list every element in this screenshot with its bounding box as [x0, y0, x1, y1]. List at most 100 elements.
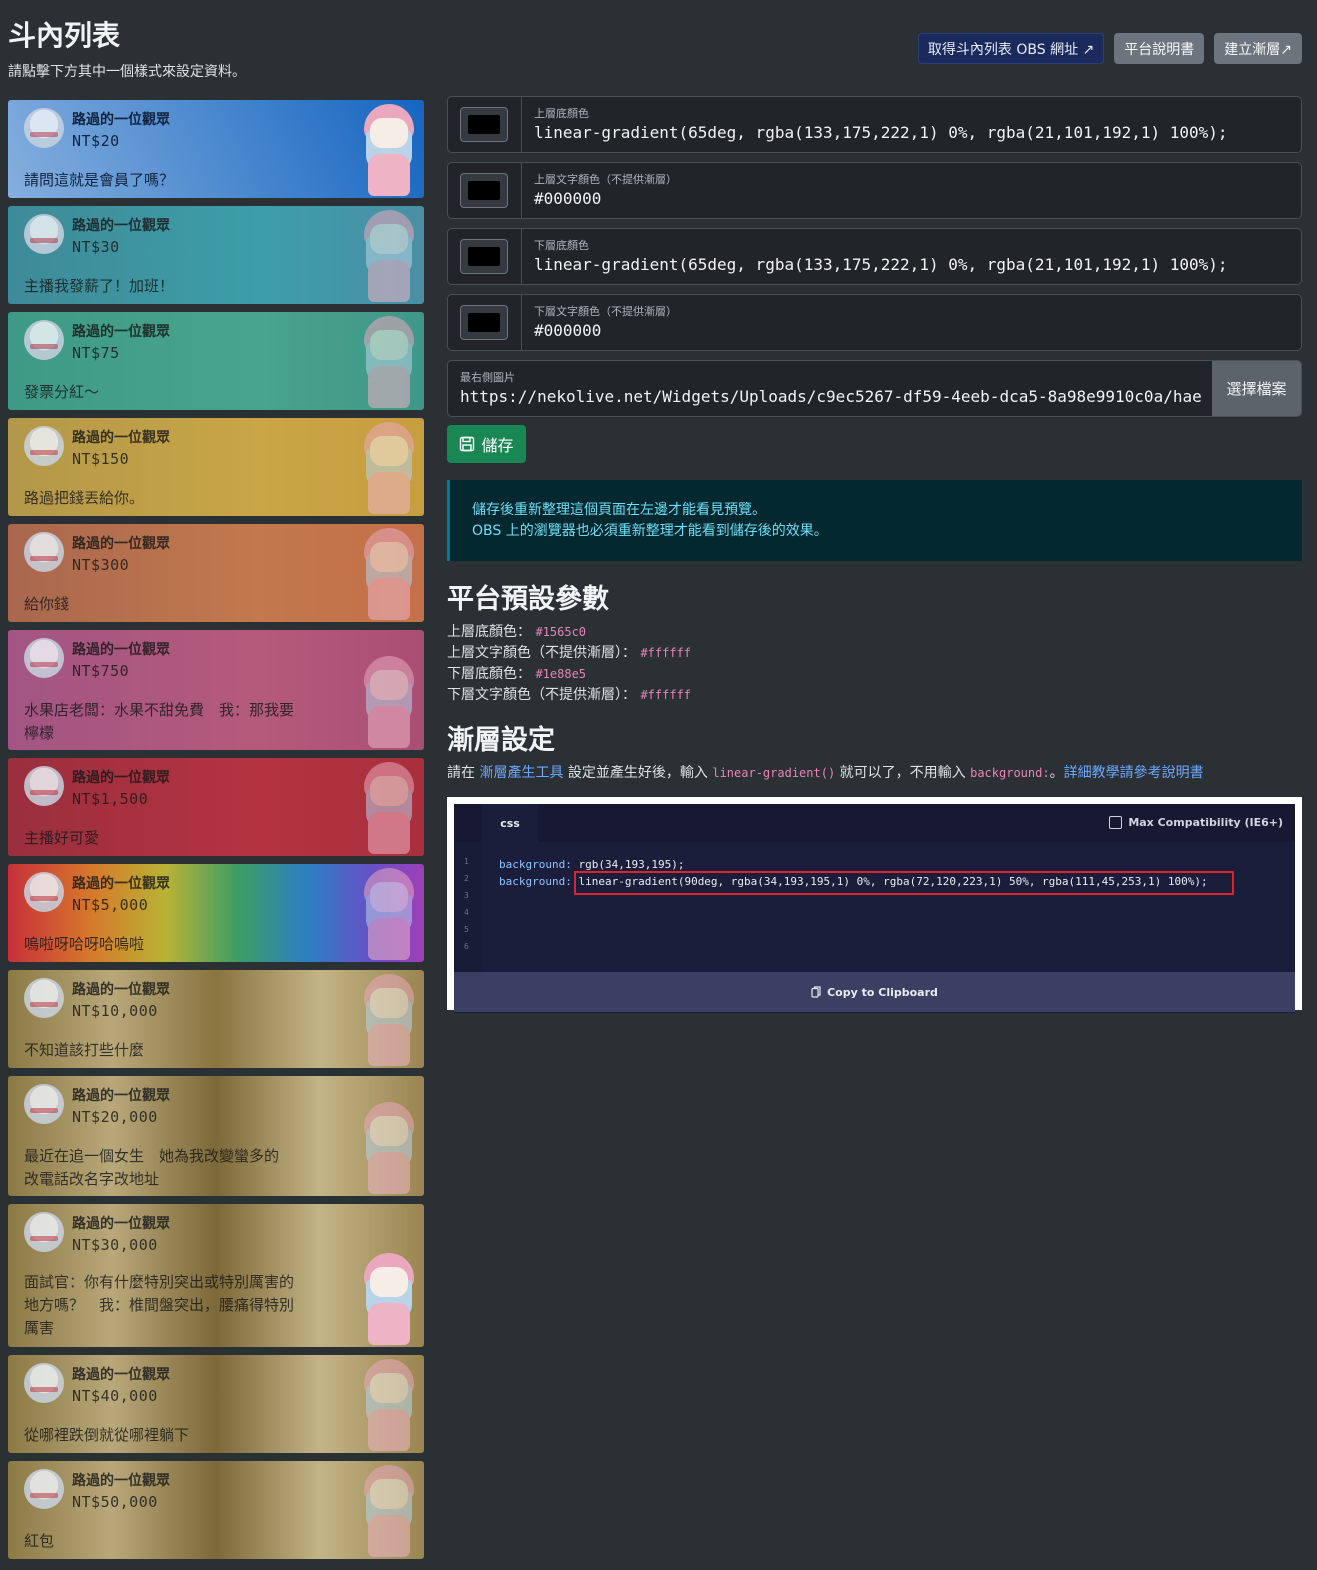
donation-amount: NT$20,000: [72, 1108, 158, 1126]
default-param-row: 上層文字顏色（不提供漸層）： #ffffff: [447, 645, 692, 661]
save-label: 儲存: [481, 436, 514, 455]
donation-message: 不知道該打些什麼: [24, 1041, 145, 1059]
max-compat-toggle[interactable]: Max Compatibility (IE6+): [1109, 816, 1283, 829]
donation-card[interactable]: 路過的一位觀眾 NT$75 發票分紅～: [8, 312, 424, 410]
bottom-text-field: 下層文字顏色（不提供漸層） #000000: [447, 294, 1302, 351]
default-param-row: 上層底顏色： #1565c0: [447, 624, 587, 640]
manual-link[interactable]: 詳細教學請參考說明書: [1064, 765, 1204, 781]
gradient-tool-link[interactable]: 漸層產生工具: [479, 765, 563, 781]
bottom-bg-input[interactable]: linear-gradient(65deg, rgba(133,175,222,…: [534, 255, 1228, 274]
manual-button[interactable]: 平台說明書: [1114, 33, 1205, 64]
donation-card[interactable]: 路過的一位觀眾 NT$10,000 不知道該打些什麼: [8, 970, 424, 1068]
donation-amount: NT$5,000: [72, 896, 149, 914]
right-image-input[interactable]: https://nekolive.net/Widgets/Uploads/c9e…: [460, 387, 1202, 406]
choose-file-button[interactable]: 選擇檔案: [1212, 361, 1301, 416]
donation-amount: NT$1,500: [72, 790, 149, 808]
donor-name: 路過的一位觀眾: [72, 430, 170, 446]
default-value: #ffffff: [640, 646, 692, 660]
donation-card[interactable]: 路過的一位觀眾 NT$150 路過把錢丟給你。: [8, 418, 424, 516]
donation-message: 給你錢: [24, 595, 70, 613]
donation-card[interactable]: 路過的一位觀眾 NT$40,000 從哪裡跌倒就從哪裡躺下: [8, 1355, 424, 1453]
avatar: [24, 638, 64, 678]
mascot-image: [358, 974, 420, 1066]
obs-url-button[interactable]: 取得斗內列表 OBS 網址 ↗: [917, 33, 1105, 64]
alert-line-1: 儲存後重新整理這個頁面在左邊才能看見預覽。: [472, 502, 766, 518]
donation-card[interactable]: 路過的一位觀眾 NT$1,500 主播好可愛: [8, 758, 424, 856]
donor-name: 路過的一位觀眾: [72, 1367, 170, 1383]
donor-name: 路過的一位觀眾: [72, 536, 170, 552]
bottom-bg-field: 下層底顏色 linear-gradient(65deg, rgba(133,17…: [447, 228, 1302, 285]
highlight-box: [574, 871, 1234, 895]
save-button[interactable]: 儲存: [447, 425, 526, 463]
tab-css[interactable]: css: [482, 804, 538, 842]
donation-card[interactable]: 路過的一位觀眾 NT$20 請問這就是會員了嗎？: [8, 100, 424, 198]
donor-name: 路過的一位觀眾: [72, 642, 170, 658]
mascot-image: [358, 1102, 420, 1194]
donation-card[interactable]: 路過的一位觀眾 NT$300 給你錢: [8, 524, 424, 622]
avatar: [24, 1212, 64, 1252]
donor-name: 路過的一位觀眾: [72, 112, 170, 128]
header-actions: 取得斗內列表 OBS 網址 ↗ 平台說明書 建立漸層↗: [917, 33, 1302, 64]
mascot-image: [358, 528, 420, 620]
top-text-color-picker[interactable]: [460, 173, 508, 208]
donation-card[interactable]: 路過的一位觀眾 NT$50,000 紅包: [8, 1461, 424, 1559]
bottom-bg-label: 下層底顏色: [534, 239, 589, 252]
page-subtitle: 請點擊下方其中一個樣式來設定資料。: [8, 64, 246, 80]
avatar: [24, 426, 64, 466]
donation-message: 紅包: [24, 1532, 55, 1550]
alert-line-2: OBS 上的瀏覽器也必須重新整理才能看到儲存後的效果。: [472, 523, 828, 539]
donor-name: 路過的一位觀眾: [72, 1216, 170, 1232]
bottom-text-color-picker[interactable]: [460, 305, 508, 340]
donation-card[interactable]: 路過的一位觀眾 NT$750 水果店老闆：水果不甜免費 我：那我要檸檬: [8, 630, 424, 750]
top-bg-color-picker[interactable]: [460, 107, 508, 142]
avatar: [24, 532, 64, 572]
donor-name: 路過的一位觀眾: [72, 982, 170, 998]
defaults-title: 平台預設參數: [447, 584, 609, 615]
donation-card[interactable]: 路過的一位觀眾 NT$20,000 最近在追一個女生 她為我改變蠻多的 改電話改名字…: [8, 1076, 424, 1196]
donation-message: 路過把錢丟給你。: [24, 489, 145, 507]
page-title: 斗內列表: [8, 19, 121, 52]
donation-message: 水果店老闆：水果不甜免費 我：那我要檸檬: [24, 701, 295, 742]
donation-amount: NT$300: [72, 556, 130, 574]
donation-card[interactable]: 路過的一位觀眾 NT$30,000 面試官：你有什麼特別突出或特別厲害的地方嗎？ 我…: [8, 1204, 424, 1347]
avatar: [24, 320, 64, 360]
info-alert: 儲存後重新整理這個頁面在左邊才能看見預覽。 OBS 上的瀏覽器也必須重新整理才能…: [447, 480, 1302, 561]
top-bg-input[interactable]: linear-gradient(65deg, rgba(133,175,222,…: [534, 123, 1228, 142]
top-text-input[interactable]: #000000: [534, 189, 601, 208]
clipboard-icon: [811, 986, 821, 998]
bottom-text-label: 下層文字顏色（不提供漸層）: [534, 305, 677, 318]
donor-name: 路過的一位觀眾: [72, 770, 170, 786]
donor-name: 路過的一位觀眾: [72, 218, 170, 234]
donation-card[interactable]: 路過的一位觀眾 NT$30 主播我發薪了！加班！: [8, 206, 424, 304]
gradient-description: 請在 漸層產生工具 設定並產生好後，輸入 linear-gradient() 就…: [447, 765, 1204, 781]
donation-message: 主播好可愛: [24, 829, 100, 847]
top-bg-field: 上層底顏色 linear-gradient(65deg, rgba(133,17…: [447, 96, 1302, 153]
mascot-image: [358, 656, 420, 748]
mascot-image: [358, 316, 420, 408]
donation-message: 主播我發薪了！加班！: [24, 277, 175, 295]
mascot-image: [358, 422, 420, 514]
donation-amount: NT$750: [72, 662, 130, 680]
donation-message: 面試官：你有什麼特別突出或特別厲害的地方嗎？ 我：椎間盤突出，腰痛得特別厲害: [24, 1273, 295, 1337]
create-gradient-button[interactable]: 建立漸層↗: [1214, 33, 1302, 64]
default-value: #1565c0: [535, 625, 587, 639]
mascot-image: [358, 868, 420, 960]
gradient-title: 漸層設定: [447, 725, 555, 756]
donation-message: 從哪裡跌倒就從哪裡躺下: [24, 1426, 190, 1444]
default-value: #1e88e5: [535, 667, 587, 681]
bottom-text-input[interactable]: #000000: [534, 321, 601, 340]
donation-amount: NT$30,000: [72, 1236, 158, 1254]
mascot-image: [358, 104, 420, 196]
donation-message: 嗚啦呀哈呀哈嗚啦: [24, 935, 145, 953]
avatar: [24, 1469, 64, 1509]
donation-message: 請問這就是會員了嗎？: [24, 171, 175, 189]
avatar: [24, 1084, 64, 1124]
default-param-row: 下層底顏色： #1e88e5: [447, 666, 587, 682]
bottom-bg-color-picker[interactable]: [460, 239, 508, 274]
copy-to-clipboard-button[interactable]: Copy to Clipboard: [454, 972, 1295, 1012]
mascot-image: [358, 210, 420, 302]
donor-name: 路過的一位觀眾: [72, 1088, 170, 1104]
mascot-image: [358, 1359, 420, 1451]
donation-card[interactable]: 路過的一位觀眾 NT$5,000 嗚啦呀哈呀哈嗚啦: [8, 864, 424, 962]
checkbox-icon: [1109, 816, 1123, 829]
